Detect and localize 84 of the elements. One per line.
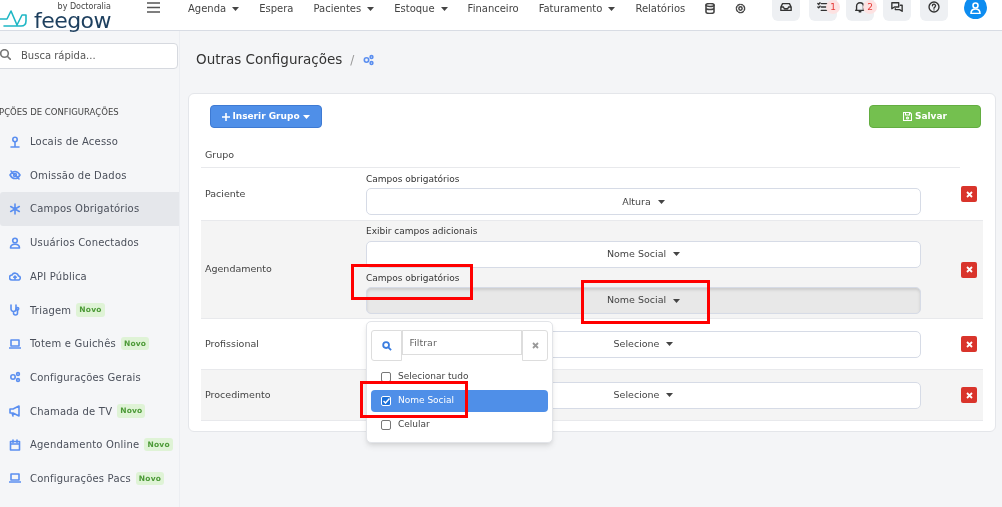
- gears-icon: [9, 371, 21, 384]
- table-cell-text: Paciente: [205, 186, 247, 201]
- caret-icon: [232, 6, 240, 11]
- calendar-icon: [9, 438, 21, 451]
- gears-icon: [362, 53, 376, 66]
- user-icon: [970, 1, 981, 14]
- table-cell-text: Profissional: [205, 336, 260, 351]
- logo-subtitle: by Doctoralia: [57, 3, 111, 11]
- nav-link[interactable]: Pacientes: [313, 1, 375, 16]
- toolbar-button[interactable]: 1: [809, 0, 837, 21]
- close-icon: [965, 391, 973, 399]
- database-icon[interactable]: [705, 3, 716, 14]
- caret-icon: [440, 6, 448, 11]
- close-icon: [965, 340, 973, 348]
- toolbar-button[interactable]: 2: [846, 0, 874, 21]
- nav-link[interactable]: Estoque: [394, 1, 448, 16]
- sidebar-item[interactable]: Omissão de Dados: [0, 158, 179, 193]
- floppy-disk-icon: [903, 112, 912, 121]
- page-title: Outras Configurações: [196, 50, 343, 70]
- cloud-upload-icon: [9, 270, 21, 283]
- logo-text: feegow: [34, 11, 111, 31]
- caret-icon: [673, 252, 681, 256]
- stethoscope-icon: [9, 304, 21, 317]
- table-cell-text: Agendamento: [205, 262, 273, 277]
- nav-link[interactable]: Faturamento: [538, 1, 616, 16]
- close-icon: [965, 266, 973, 273]
- megaphone-icon: [9, 405, 21, 418]
- settings-icon[interactable]: [735, 3, 747, 14]
- notification-badge: 1: [826, 0, 840, 14]
- asterisk-icon: [9, 202, 21, 215]
- delete-button[interactable]: [961, 387, 977, 403]
- laptop-icon: [9, 337, 21, 350]
- close-icon: [965, 190, 973, 198]
- breadcrumb-separator: /: [350, 51, 355, 69]
- menu-button[interactable]: [147, 2, 160, 13]
- chat-icon: [891, 1, 903, 13]
- caret-icon: [673, 298, 681, 303]
- caret-icon: [666, 342, 674, 346]
- sidebar-item[interactable]: Usuários Conectados: [0, 225, 179, 260]
- search-icon: [381, 340, 392, 351]
- caret-icon: [666, 393, 674, 397]
- checkbox[interactable]: [381, 372, 391, 382]
- search-field[interactable]: Busca rápida...: [0, 42, 178, 69]
- notification-badge: 2: [863, 0, 877, 14]
- field-label: Exibir campos adicionais: [366, 225, 479, 238]
- check-icon: [382, 398, 390, 404]
- multiselect-dropdown[interactable]: Nome Social: [366, 240, 921, 268]
- sidebar-item[interactable]: Locais de Acesso: [0, 124, 179, 159]
- pin-icon: [9, 135, 21, 148]
- field-label: Campos obrigatórios: [366, 271, 461, 285]
- eye-slash-icon: [9, 169, 21, 182]
- field-label: Campos obrigatórios: [366, 172, 461, 186]
- delete-button[interactable]: [961, 261, 977, 278]
- laptop-icon: [9, 472, 21, 485]
- nav-link[interactable]: Espera: [259, 1, 294, 16]
- caret-icon: [302, 114, 310, 119]
- sidebar-item[interactable]: Campos Obrigatórios: [0, 192, 179, 226]
- column-header: Grupo: [205, 148, 235, 162]
- plus-icon: [222, 112, 231, 121]
- nav-link[interactable]: Relatórios: [635, 1, 686, 16]
- delete-button[interactable]: [961, 336, 977, 352]
- multiselect-dropdown[interactable]: Nome Social: [366, 287, 921, 314]
- menu-icon: [147, 2, 160, 13]
- section-heading: PÇÕES DE CONFIGURAÇÕES: [0, 106, 120, 119]
- filter-field[interactable]: Filtrar: [402, 330, 523, 355]
- caret-icon: [367, 6, 375, 11]
- dropdown-option[interactable]: Celular: [371, 414, 548, 436]
- table-cell-text: Procedimento: [205, 387, 272, 402]
- bell-icon: [854, 1, 866, 13]
- avatar-button[interactable]: [964, 0, 987, 19]
- sidebar-item[interactable]: Configurações Gerais: [0, 360, 179, 395]
- checkbox[interactable]: [381, 420, 391, 430]
- close-icon: [531, 342, 539, 349]
- caret-icon: [657, 199, 665, 204]
- multiselect-dropdown[interactable]: Altura: [366, 188, 921, 216]
- nav-link[interactable]: Agenda: [188, 1, 240, 16]
- help-icon: [928, 1, 940, 13]
- user-icon: [9, 236, 21, 249]
- nav-link[interactable]: Financeiro: [467, 1, 519, 16]
- inbox-icon: [780, 1, 792, 13]
- delete-button[interactable]: [961, 186, 977, 202]
- caret-icon: [608, 6, 616, 11]
- sidebar-item[interactable]: API Pública: [0, 259, 179, 294]
- checklist-icon: [817, 1, 829, 13]
